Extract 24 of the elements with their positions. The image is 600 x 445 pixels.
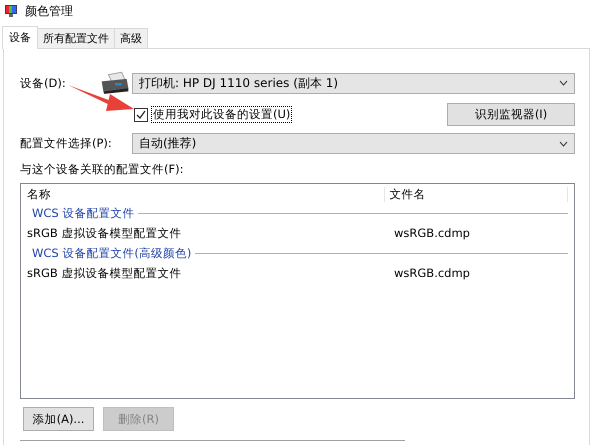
profile-selection-label: 配置文件选择(P): [20,136,113,151]
checkmark-icon [136,110,146,120]
window-title: 颜色管理 [25,2,73,20]
group-header: WCS 设备配置文件 [32,206,134,220]
tab[interactable]: 所有配置文件 [37,28,115,48]
device-label: 设备(D): [20,76,67,90]
identify-monitor-button[interactable]: 识别监视器(I) [447,103,575,126]
chevron-down-icon [559,80,568,86]
chevron-down-icon [559,140,568,146]
column-header[interactable]: 文件名 [384,186,568,202]
profiles-label: 与这个设备关联的配置文件(F): [20,162,184,177]
profile-selection-dropdown[interactable]: 自动(推荐) [132,133,575,154]
monitor-icon [4,4,18,18]
device-dropdown[interactable]: 打印机: HP DJ 1110 series (副本 1) [132,72,575,94]
tab[interactable]: 高级 [114,28,148,48]
group-header: WCS 设备配置文件(高级颜色) [32,246,192,260]
tab[interactable]: 设备 [2,26,38,49]
profile-name[interactable]: sRGB 虚拟设备模型配置文件 [27,266,389,280]
profile-file[interactable]: wsRGB.cdmp [389,226,470,240]
profile-file[interactable]: wsRGB.cdmp [389,266,470,280]
printer-icon [100,69,130,97]
action-button[interactable]: 添加(A)... [23,407,94,431]
profile-name[interactable]: sRGB 虚拟设备模型配置文件 [27,226,389,240]
column-header[interactable]: 名称 [27,186,384,202]
